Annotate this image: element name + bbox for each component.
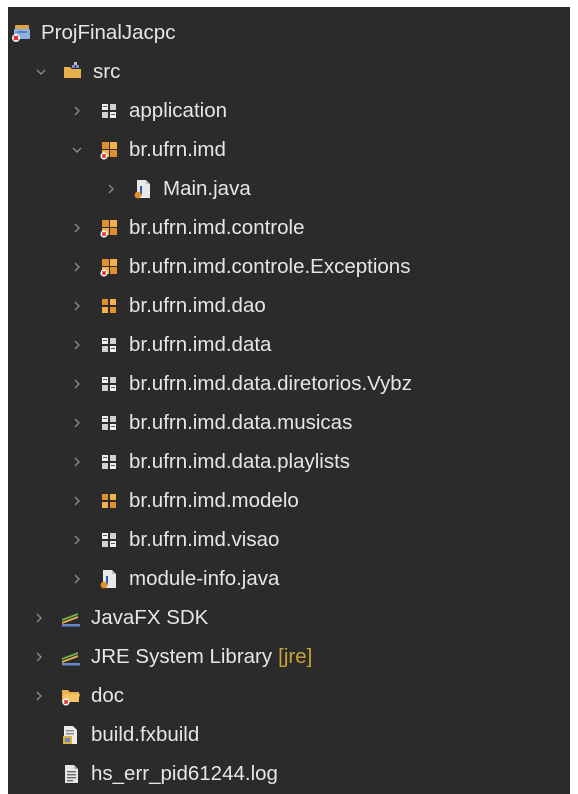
tree-item-package[interactable]: br.ufrn.imd.visao [8, 522, 570, 558]
library-icon [60, 646, 82, 668]
text-file-icon [60, 763, 82, 785]
package-icon [98, 373, 120, 395]
tree-item-src[interactable]: src [8, 54, 570, 90]
chevron-right-icon[interactable] [70, 104, 84, 118]
java-file-icon [132, 178, 154, 200]
tree-item-package[interactable]: br.ufrn.imd.controle.Exceptions [8, 249, 570, 285]
tree-item-label: br.ufrn.imd [129, 138, 226, 161]
tree-item-label: hs_err_pid61244.log [91, 762, 278, 785]
tree-item-package[interactable]: br.ufrn.imd.data [8, 327, 570, 363]
tree-item-label: ProjFinalJacpc [41, 21, 176, 44]
package-icon [98, 412, 120, 434]
package-icon [98, 451, 120, 473]
package-warning-icon [98, 490, 120, 512]
package-icon [98, 529, 120, 551]
tree-item-label: JRE System Library [91, 645, 273, 668]
tree-item-label: br.ufrn.imd.controle.Exceptions [129, 255, 411, 278]
tree-item-project[interactable]: ProjFinalJacpc [8, 15, 570, 51]
tree-item-label: application [129, 99, 228, 122]
tree-item-label: br.ufrn.imd.dao [129, 294, 266, 317]
tree-item-label: br.ufrn.imd.data.musicas [129, 411, 353, 434]
tree-item-file[interactable]: hs_err_pid61244.log [8, 756, 570, 792]
tree-item-package[interactable]: br.ufrn.imd.data.musicas [8, 405, 570, 441]
tree-item-label: br.ufrn.imd.data.diretorios.Vybz [129, 372, 412, 395]
tree-item-label: doc [91, 684, 125, 707]
tree-item-label: br.ufrn.imd.visao [129, 528, 280, 551]
tree-item-java-file[interactable]: module-info.java [8, 561, 570, 597]
tree-item-label: Main.java [163, 177, 251, 200]
tree-item-label: br.ufrn.imd.controle [129, 216, 305, 239]
chevron-right-icon[interactable] [70, 377, 84, 391]
chevron-right-icon[interactable] [70, 260, 84, 274]
tree-item-package[interactable]: br.ufrn.imd.controle [8, 210, 570, 246]
tree-item-label: src [93, 60, 121, 83]
tree-item-java-file[interactable]: Main.java [8, 171, 570, 207]
package-explorer-panel: ProjFinalJacpc src application br.ufrn.i… [8, 7, 570, 794]
fxbuild-file-icon [60, 724, 82, 746]
package-icon [98, 334, 120, 356]
chevron-right-icon[interactable] [70, 533, 84, 547]
tree-item-decoration: [jre] [278, 645, 313, 668]
chevron-right-icon[interactable] [70, 221, 84, 235]
chevron-right-icon[interactable] [32, 611, 46, 625]
library-icon [60, 607, 82, 629]
package-icon [98, 100, 120, 122]
chevron-right-icon[interactable] [70, 338, 84, 352]
tree-item-package[interactable]: br.ufrn.imd.modelo [8, 483, 570, 519]
chevron-right-icon[interactable] [70, 416, 84, 430]
screenshot-frame: ProjFinalJacpc src application br.ufrn.i… [0, 0, 578, 794]
tree-item-label: br.ufrn.imd.data.playlists [129, 450, 351, 473]
tree-item-label: module-info.java [129, 567, 280, 590]
tree-item-package[interactable]: br.ufrn.imd.data.playlists [8, 444, 570, 480]
tree-item-label: br.ufrn.imd.modelo [129, 489, 299, 512]
chevron-right-icon[interactable] [70, 455, 84, 469]
chevron-down-icon[interactable] [70, 143, 84, 157]
chevron-right-icon[interactable] [32, 689, 46, 703]
package-error-icon [98, 217, 120, 239]
tree-item-package[interactable]: application [8, 93, 570, 129]
tree-item-package[interactable]: br.ufrn.imd.data.diretorios.Vybz [8, 366, 570, 402]
package-error-icon [98, 256, 120, 278]
tree-item-library[interactable]: JRE System Library [jre] [8, 639, 570, 675]
tree-item-package[interactable]: br.ufrn.imd [8, 132, 570, 168]
package-warning-icon [98, 295, 120, 317]
tree-item-label: build.fxbuild [91, 723, 200, 746]
chevron-right-icon[interactable] [104, 182, 118, 196]
tree-item-package[interactable]: br.ufrn.imd.dao [8, 288, 570, 324]
folder-error-icon [60, 685, 82, 707]
chevron-right-icon[interactable] [70, 494, 84, 508]
chevron-right-icon[interactable] [70, 572, 84, 586]
project-error-icon [10, 22, 32, 44]
chevron-down-icon[interactable] [34, 65, 48, 79]
tree-item-folder[interactable]: doc [8, 678, 570, 714]
source-folder-icon [62, 61, 84, 83]
java-file-icon [98, 568, 120, 590]
tree-item-file[interactable]: build.fxbuild [8, 717, 570, 753]
tree-item-label: br.ufrn.imd.data [129, 333, 272, 356]
tree-item-library[interactable]: JavaFX SDK [8, 600, 570, 636]
chevron-right-icon[interactable] [32, 650, 46, 664]
chevron-right-icon[interactable] [70, 299, 84, 313]
package-error-icon [98, 139, 120, 161]
tree-item-label: JavaFX SDK [91, 606, 209, 629]
